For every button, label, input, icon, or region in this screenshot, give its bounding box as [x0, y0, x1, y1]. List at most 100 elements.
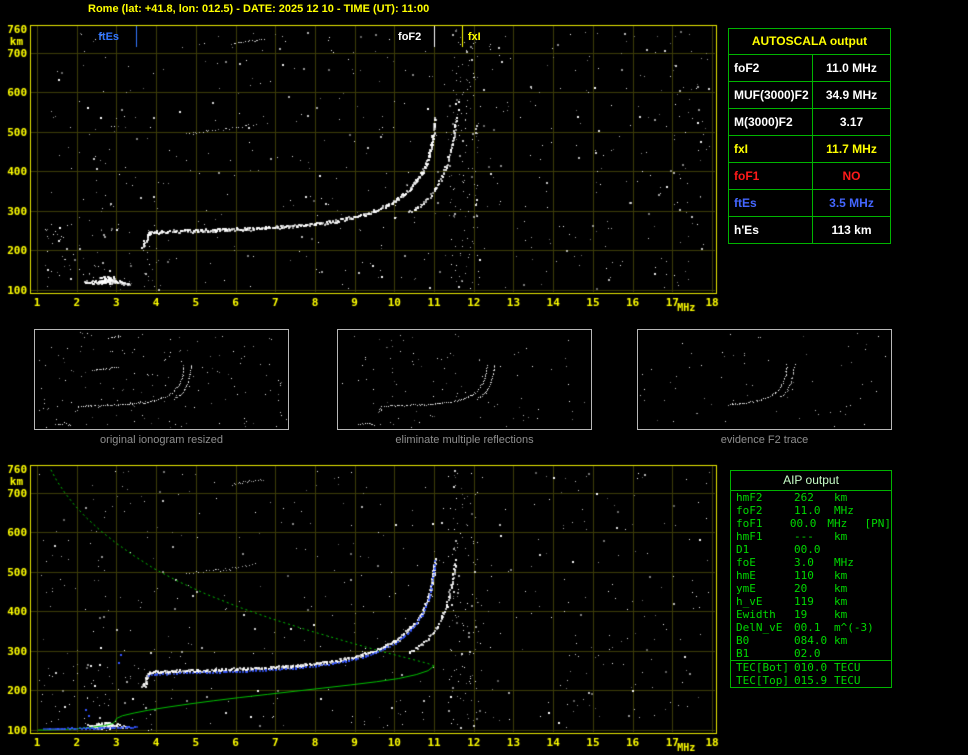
aip-row-tec-top: TEC[Top] 015.9 TECU	[731, 674, 891, 687]
autoscala-row: ftEs 3.5 MHz	[729, 189, 890, 216]
aip-param-value: 00.0	[794, 543, 821, 556]
autoscala-row-label: foF1	[729, 163, 813, 189]
aip-param-note	[874, 530, 891, 543]
autoscala-row-value: NO	[842, 169, 861, 183]
aip-param-unit: m^(-3)	[834, 621, 874, 634]
aip-param-unit: km	[834, 634, 848, 647]
aip-param-value: 010.0	[794, 661, 828, 674]
aip-param-name: foF2	[736, 504, 763, 517]
aip-param-unit: km	[834, 582, 848, 595]
aip-param-unit	[830, 647, 874, 660]
aip-row: D1 00.0	[731, 543, 891, 556]
thumbnail-caption-f2trace: evidence F2 trace	[720, 434, 809, 446]
aip-param-note	[874, 543, 891, 556]
autoscala-panel: AUTOSCALA output foF2 11.0 MHz MUF(3000)…	[728, 28, 891, 244]
aip-param-unit	[830, 543, 874, 556]
aip-param-note	[874, 661, 891, 674]
aip-param-name: DelN_vE	[736, 621, 783, 634]
aip-param-note	[874, 491, 891, 504]
autoscala-row: fxI 11.7 MHz	[729, 135, 890, 162]
aip-param-name: D1	[736, 543, 750, 556]
aip-row: hmF1 --- km	[731, 530, 891, 543]
autoscala-row-label: MUF(3000)F2	[729, 82, 813, 108]
autoscala-row-value: 3.5 MHz	[829, 196, 874, 210]
aip-param-name: hmE	[736, 569, 756, 582]
aip-param-name: B1	[736, 647, 750, 660]
aip-panel: AIP output hmF2 262 km foF2 11.0 MHz foF1 00.…	[730, 470, 892, 688]
bottom-ionogram-plot	[30, 465, 716, 733]
aip-param-name: ymE	[736, 582, 756, 595]
autoscala-header: AUTOSCALA output	[751, 34, 868, 48]
aip-param-note	[874, 634, 891, 647]
thumbnail-eliminate-reflections	[337, 329, 592, 430]
aip-param-note	[874, 595, 891, 608]
aip-param-unit: TECU	[834, 661, 861, 674]
aip-param-value: 02.0	[794, 647, 821, 660]
autoscala-row: M(3000)F2 3.17	[729, 108, 890, 135]
autoscala-row-value: 11.7 MHz	[826, 142, 877, 156]
aip-param-value: ---	[794, 530, 814, 543]
aip-row: h_vE 119 km	[731, 595, 891, 608]
autoscala-row-label: h'Es	[729, 217, 813, 243]
thumbnail-caption-original: original ionogram resized	[100, 434, 223, 446]
aip-param-unit: MHz	[834, 504, 854, 517]
aip-row: foF2 11.0 MHz	[731, 504, 891, 517]
aip-param-note	[874, 556, 891, 569]
aip-param-note	[874, 582, 891, 595]
ftEs-marker-label: ftEs	[98, 31, 120, 43]
aip-param-name: foE	[736, 556, 756, 569]
aip-param-unit: MHz	[827, 517, 848, 530]
autoscala-row-label: ftEs	[729, 190, 813, 216]
aip-param-note	[874, 569, 891, 582]
aip-param-unit: MHz	[834, 556, 854, 569]
foF2-marker-label: foF2	[398, 31, 422, 43]
aip-param-note	[874, 608, 891, 621]
aip-param-unit: km	[834, 595, 848, 608]
aip-header: AIP output	[731, 471, 891, 491]
aip-param-unit: km	[834, 491, 848, 504]
autoscala-row: MUF(3000)F2 34.9 MHz	[729, 81, 890, 108]
aip-param-value: 19	[794, 608, 808, 621]
aip-param-name: h_vE	[736, 595, 763, 608]
aip-param-value: 119	[794, 595, 814, 608]
aip-param-value: 11.0	[794, 504, 821, 517]
aip-row: B1 02.0	[731, 647, 891, 660]
autoscala-row-label: fxI	[729, 136, 813, 162]
autoscala-row-value: 11.0 MHz	[826, 61, 877, 75]
aip-param-name: B0	[736, 634, 750, 647]
autoscala-row-value: 113 km	[831, 223, 872, 237]
aip-param-note: [PN]	[864, 517, 892, 530]
aip-param-value: 262	[794, 491, 814, 504]
aip-param-unit: TECU	[834, 674, 861, 687]
aip-param-value: 00.1	[794, 621, 821, 634]
thumbnail-caption-reflections: eliminate multiple reflections	[395, 434, 534, 446]
autoscala-row-value: 34.9 MHz	[825, 88, 878, 102]
autoscala-row: h'Es 113 km	[729, 216, 890, 243]
aip-row: hmF2 262 km	[731, 491, 891, 504]
aip-param-name: Ewidth	[736, 608, 776, 621]
aip-row: foF1 00.0 MHz [PN]	[731, 517, 891, 530]
autoscala-row-label: M(3000)F2	[729, 109, 813, 135]
aip-param-value: 3.0	[794, 556, 814, 569]
aip-param-name: TEC[Top]	[736, 674, 789, 687]
aip-param-unit: km	[834, 608, 848, 621]
aip-param-value: 084.0	[794, 634, 828, 647]
aip-param-name: hmF2	[736, 491, 763, 504]
aip-row: ymE 20 km	[731, 582, 891, 595]
aip-param-note	[874, 674, 891, 687]
aip-param-value: 20	[794, 582, 808, 595]
aip-row: Ewidth 19 km	[731, 608, 891, 621]
autoscala-row-label: foF2	[729, 55, 813, 81]
page-title: Rome (lat: +41.8, lon: 012.5) - DATE: 20…	[88, 3, 430, 15]
aip-param-value: 110	[794, 569, 814, 582]
aip-row: foE 3.0 MHz	[731, 556, 891, 569]
aip-param-note	[874, 504, 891, 517]
top-ionogram-plot	[30, 25, 716, 293]
thumbnail-evidence-f2-trace	[637, 329, 892, 430]
aip-param-name: TEC[Bot]	[736, 661, 789, 674]
aip-param-value: 015.9	[794, 674, 828, 687]
aip-row: DelN_vE 00.1 m^(-3)	[731, 621, 891, 634]
aip-param-note	[874, 621, 891, 634]
aip-param-unit: km	[834, 530, 848, 543]
aip-param-name: foF1	[736, 517, 763, 530]
